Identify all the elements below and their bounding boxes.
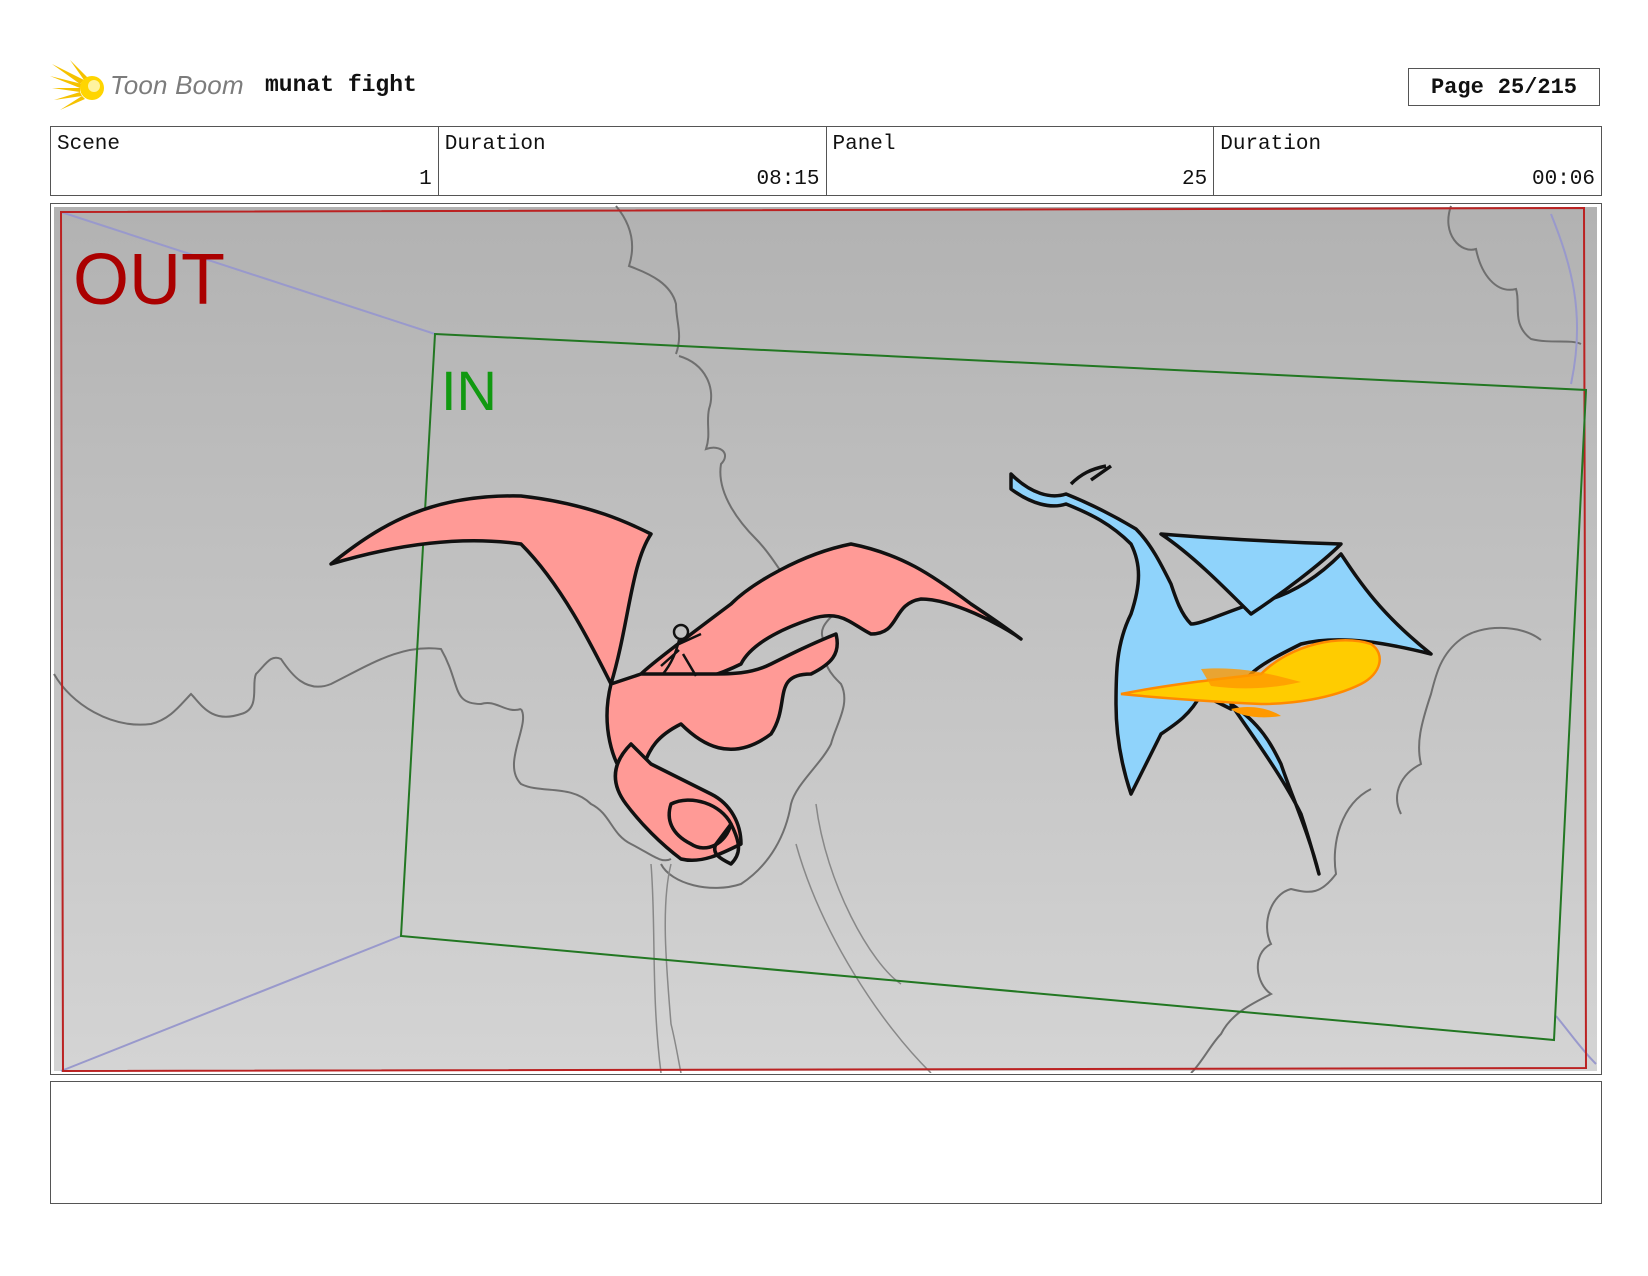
scene-duration-value: 08:15 (756, 168, 820, 191)
page-number: 25/215 (1497, 74, 1578, 100)
storyboard-header: Toon Boom munat fight (50, 58, 1604, 114)
panel-info-bar: Scene 1 Duration 08:15 Panel 25 Duration… (50, 126, 1602, 196)
scene-cell: Scene 1 (51, 127, 439, 195)
panel-duration-cell: Duration 00:06 (1214, 127, 1601, 195)
panel-label: Panel (832, 133, 896, 156)
out-label: OUT (73, 240, 225, 320)
panel-cell: Panel 25 (827, 127, 1215, 195)
scene-value: 1 (419, 168, 432, 191)
panel-duration-label: Duration (1220, 133, 1322, 156)
scene-duration-cell: Duration 08:15 (439, 127, 827, 195)
toon-boom-logo-icon (50, 60, 104, 110)
scene-label: Scene (57, 133, 121, 156)
in-label: IN (441, 359, 497, 422)
panel-frame: OUT IN (50, 203, 1602, 1075)
brand-name: Toon Boom (110, 70, 244, 100)
panel-value: 25 (1182, 168, 1208, 191)
project-title: munat fight (265, 72, 417, 98)
page-indicator: Page 25/215 (1408, 68, 1600, 106)
scene-duration-label: Duration (444, 133, 546, 156)
panel-notes-box (50, 1081, 1602, 1204)
page-label: Page (1430, 74, 1484, 100)
panel-artwork: OUT IN (53, 205, 1597, 1073)
panel-duration-value: 00:06 (1531, 168, 1595, 191)
